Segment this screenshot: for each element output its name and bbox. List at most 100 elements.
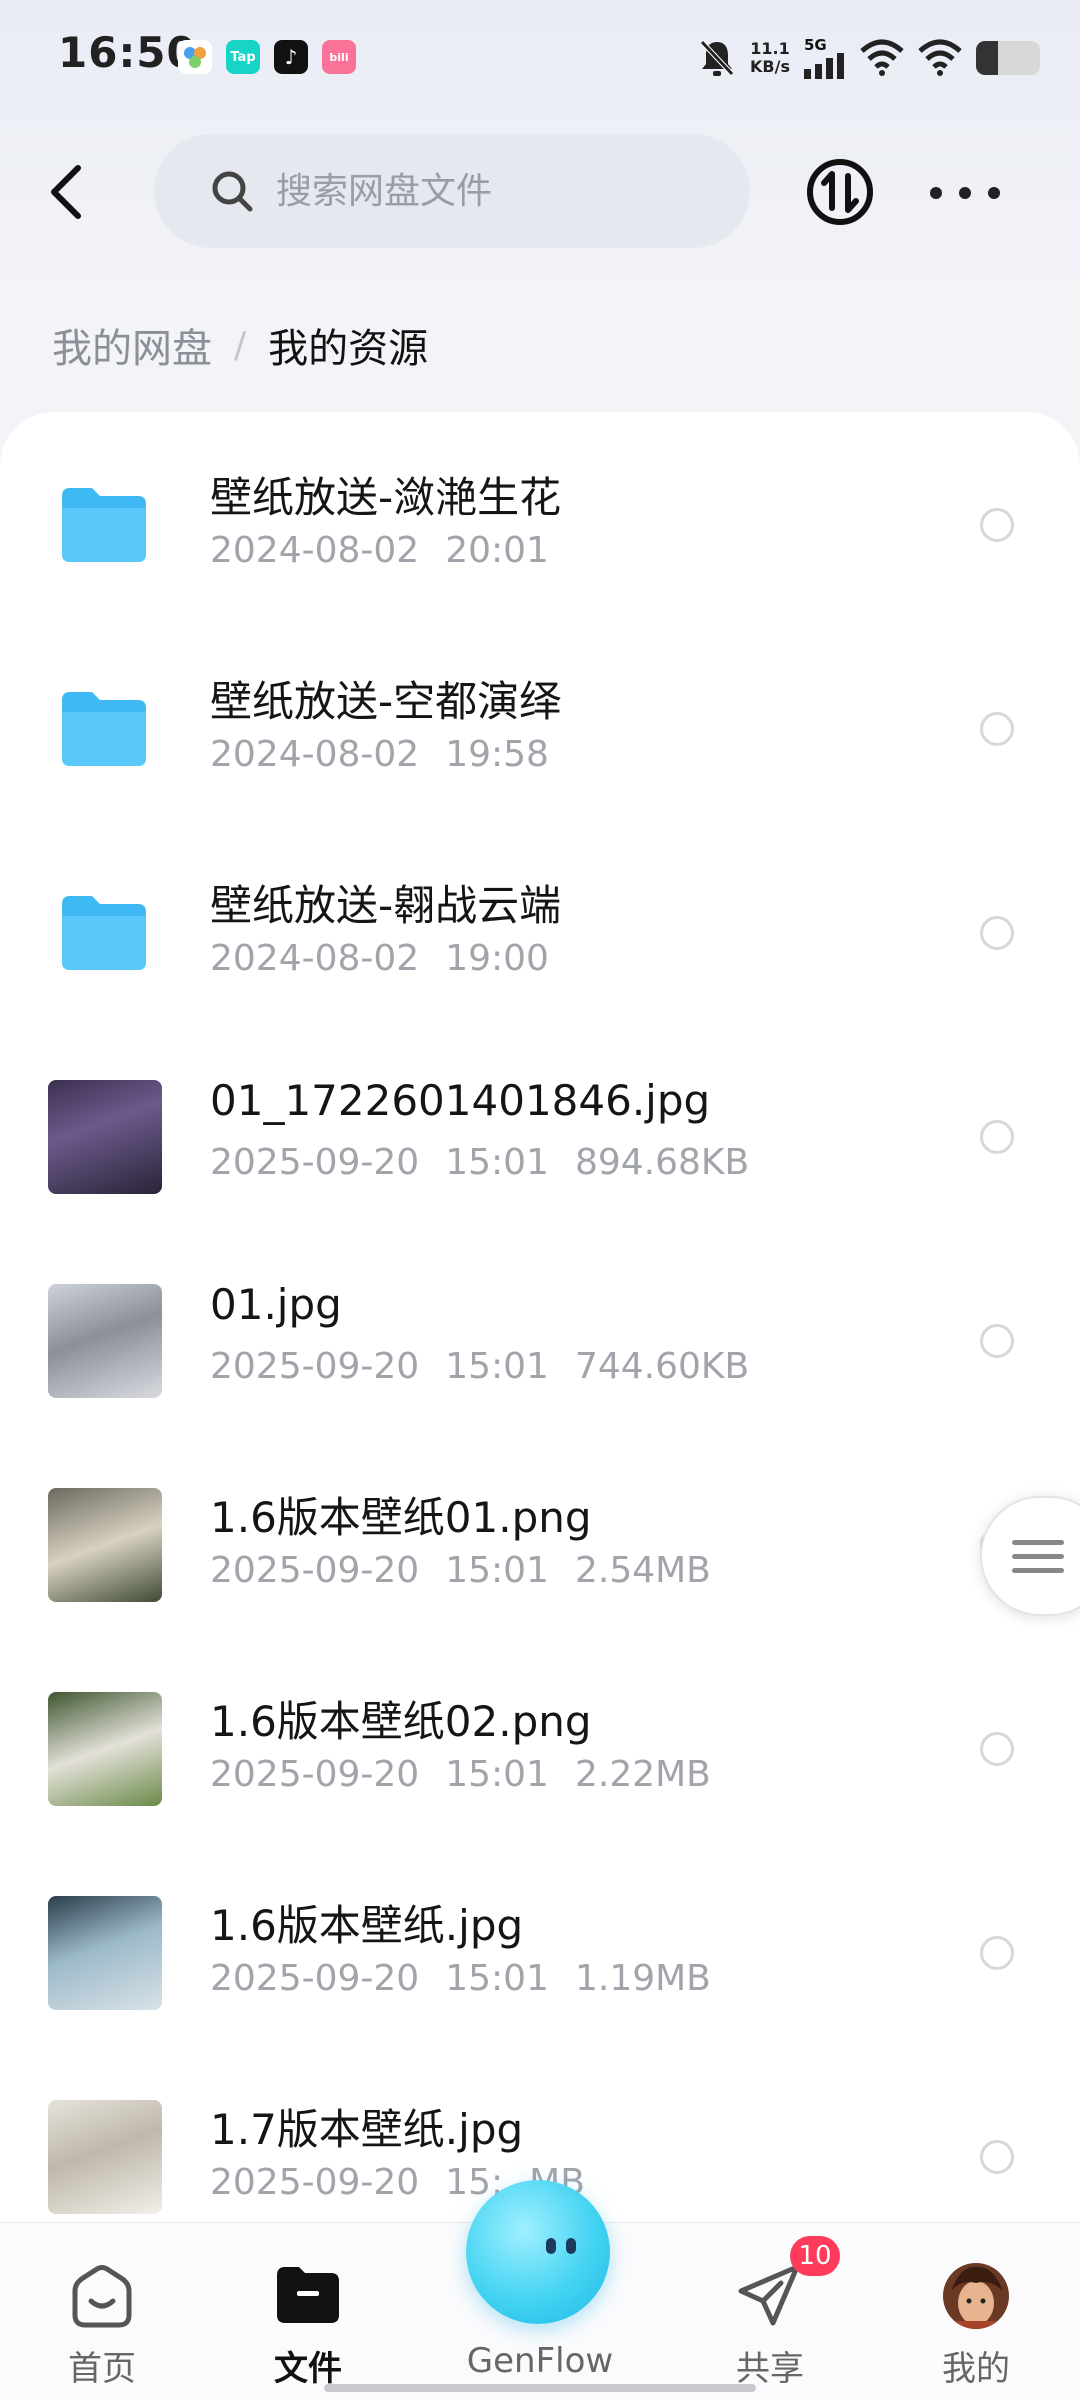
chevron-left-icon bbox=[51, 165, 81, 219]
breadcrumb-root[interactable]: 我的网盘 bbox=[52, 316, 212, 374]
image-thumbnail bbox=[48, 1284, 162, 1398]
bell-muted-icon bbox=[700, 40, 734, 76]
wifi-icon bbox=[860, 39, 904, 76]
folder-icon bbox=[62, 488, 146, 562]
select-radio[interactable] bbox=[980, 1936, 1014, 1970]
file-name: 1.7版本壁纸.jpg bbox=[210, 2105, 524, 2154]
file-meta: 2024-08-02 19:00 bbox=[210, 938, 549, 979]
select-radio[interactable] bbox=[980, 916, 1014, 950]
back-button[interactable] bbox=[38, 158, 94, 226]
file-name: 壁纸放送-空都演绎 bbox=[210, 677, 562, 726]
file-time: 15:01 bbox=[445, 1754, 549, 1795]
folder-icon bbox=[62, 692, 146, 766]
file-size: 894.68KB bbox=[574, 1142, 750, 1183]
file-list: 壁纸放送-潋滟生花 2024-08-02 20:01 壁纸放送-空都演绎 2024… bbox=[0, 412, 1080, 2400]
file-time: 15:01 bbox=[445, 1550, 549, 1591]
file-size: 1.19MB bbox=[574, 1958, 711, 1999]
menu-line-icon bbox=[1012, 1567, 1064, 1573]
transfer-icon bbox=[807, 159, 873, 225]
select-radio[interactable] bbox=[980, 1732, 1014, 1766]
nav-home-label: 首页 bbox=[68, 2349, 136, 2389]
folder-icon bbox=[62, 896, 146, 970]
file-time: 19:58 bbox=[445, 734, 549, 775]
file-meta: 2025-09-20 15:01 1.19MB bbox=[210, 1958, 711, 1999]
nav-mine-label: 我的 bbox=[942, 2349, 1010, 2389]
dot-icon bbox=[930, 187, 942, 199]
image-thumbnail bbox=[48, 1896, 162, 2010]
file-meta: 2025-09-20 15:01 894.68KB bbox=[210, 1142, 749, 1183]
menu-line-icon bbox=[1012, 1553, 1064, 1559]
file-date: 2025-09-20 bbox=[210, 1346, 420, 1387]
file-row[interactable]: 1.6版本壁纸.jpg 2025-09-20 15:01 1.19MB bbox=[0, 1840, 1080, 2044]
file-date: 2025-09-20 bbox=[210, 1958, 420, 1999]
nav-files[interactable]: 文件 bbox=[218, 2223, 398, 2400]
signal-bars-icon bbox=[804, 52, 844, 79]
file-date: 2025-09-20 bbox=[210, 2162, 420, 2203]
file-date: 2024-08-02 bbox=[210, 530, 420, 571]
more-options-button[interactable] bbox=[930, 168, 1000, 218]
folder-row[interactable]: 壁纸放送-空都演绎 2024-08-02 19:58 bbox=[0, 616, 1080, 820]
file-meta: 2024-08-02 19:58 bbox=[210, 734, 549, 775]
nav-files-label: 文件 bbox=[274, 2349, 342, 2389]
file-name: 01.jpg bbox=[210, 1280, 342, 1329]
search-input[interactable] bbox=[276, 170, 716, 212]
file-date: 2025-09-20 bbox=[210, 1142, 420, 1183]
file-name: 1.6版本壁纸02.png bbox=[210, 1697, 592, 1746]
menu-line-icon bbox=[1012, 1539, 1064, 1545]
status-time: 16:50 bbox=[58, 28, 197, 77]
file-time: 20:01 bbox=[445, 530, 549, 571]
folder-row[interactable]: 壁纸放送-翱战云端 2024-08-02 19:00 bbox=[0, 820, 1080, 1024]
file-time: 15:01 bbox=[445, 1346, 549, 1387]
cell-signal: 5G bbox=[804, 37, 846, 79]
file-size: 744.60KB bbox=[574, 1346, 750, 1387]
file-name: 01_1722601401846.jpg bbox=[210, 1076, 711, 1125]
nav-genflow-label: GenFlow bbox=[466, 2341, 614, 2381]
select-radio[interactable] bbox=[980, 508, 1014, 542]
bilibili-icon: bili bbox=[322, 40, 356, 74]
mascot-eye bbox=[546, 2238, 556, 2254]
transfer-button[interactable] bbox=[806, 158, 874, 226]
file-name: 壁纸放送-潋滟生花 bbox=[210, 473, 562, 522]
search-bar[interactable] bbox=[154, 134, 750, 248]
file-date: 2025-09-20 bbox=[210, 1550, 420, 1591]
home-indicator[interactable] bbox=[324, 2384, 756, 2392]
file-meta: 2025-09-20 15:01 2.54MB bbox=[210, 1550, 711, 1591]
hexagon-app-icon bbox=[178, 40, 212, 74]
select-radio[interactable] bbox=[980, 1120, 1014, 1154]
battery-icon bbox=[976, 41, 1040, 75]
folder-icon bbox=[277, 2267, 339, 2323]
taptap-icon: Tap bbox=[226, 40, 260, 74]
genflow-mascot-button[interactable] bbox=[466, 2180, 610, 2324]
file-size: 2.54MB bbox=[574, 1550, 711, 1591]
nav-mine[interactable]: 我的 bbox=[886, 2223, 1066, 2400]
paper-plane-icon bbox=[738, 2264, 800, 2326]
avatar bbox=[943, 2263, 1009, 2329]
file-meta: 2025-09-20 15:01 2.22MB bbox=[210, 1754, 711, 1795]
file-meta: 2025-09-20 15:01 744.60KB bbox=[210, 1346, 749, 1387]
file-date: 2024-08-02 bbox=[210, 938, 420, 979]
folder-row[interactable]: 壁纸放送-潋滟生花 2024-08-02 20:01 bbox=[0, 412, 1080, 616]
status-bar: 16:50 Tap ♪ bili 11.1 KB/s 5G bbox=[0, 0, 1080, 120]
file-row[interactable]: 01.jpg 2025-09-20 15:01 744.60KB bbox=[0, 1228, 1080, 1432]
file-meta: 2024-08-02 20:01 bbox=[210, 530, 549, 571]
select-radio[interactable] bbox=[980, 1324, 1014, 1358]
select-radio[interactable] bbox=[980, 2140, 1014, 2174]
file-name: 壁纸放送-翱战云端 bbox=[210, 881, 562, 930]
search-icon bbox=[212, 171, 253, 212]
image-thumbnail bbox=[48, 1488, 162, 1602]
file-date: 2024-08-02 bbox=[210, 734, 420, 775]
file-row[interactable]: 1.6版本壁纸02.png 2025-09-20 15:01 2.22MB bbox=[0, 1636, 1080, 1840]
image-thumbnail bbox=[48, 2100, 162, 2214]
select-radio[interactable] bbox=[980, 712, 1014, 746]
tiktok-icon: ♪ bbox=[274, 40, 308, 74]
file-row[interactable]: 1.6版本壁纸01.png 2025-09-20 15:01 2.54MB bbox=[0, 1432, 1080, 1636]
battery-fill bbox=[976, 41, 999, 75]
share-badge: 10 bbox=[790, 2236, 840, 2276]
file-name: 1.6版本壁纸01.png bbox=[210, 1493, 592, 1542]
file-row[interactable]: 01_1722601401846.jpg 2025-09-20 15:01 894.… bbox=[0, 1024, 1080, 1228]
file-time: 19:00 bbox=[445, 938, 549, 979]
breadcrumb-separator: / bbox=[234, 324, 247, 366]
nav-home[interactable]: 首页 bbox=[12, 2223, 192, 2400]
file-date: 2025-09-20 bbox=[210, 1754, 420, 1795]
dot-icon bbox=[959, 187, 971, 199]
